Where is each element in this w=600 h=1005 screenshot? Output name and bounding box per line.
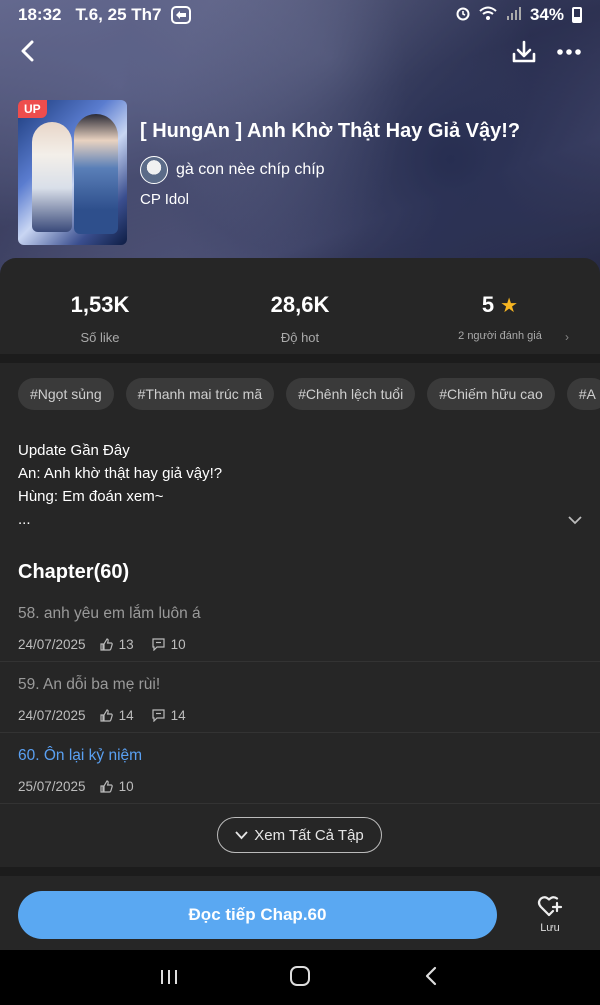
battery-icon: [572, 7, 582, 23]
chapter-date: 24/07/2025: [18, 708, 86, 723]
chapter-item[interactable]: 59. An dỗi ba mẹ rùi! 24/07/2025 14 14: [0, 662, 600, 733]
chapter-title: 59. An dỗi ba mẹ rùi!: [18, 676, 161, 693]
update-badge: UP: [18, 100, 47, 118]
author-name[interactable]: gà con nèe chíp chíp: [176, 161, 325, 179]
bottom-action-bar: Đọc tiếp Chap.60 Lưu: [0, 878, 600, 950]
update-ellipsis: ...: [18, 511, 31, 528]
see-all-label: Xem Tất Cả Tập: [254, 826, 364, 844]
chapter-likes: 10: [118, 779, 134, 794]
app-notification-icon: [171, 6, 192, 24]
stats-row: 1,53K Số like 28,6K Độ hot 5 ★ 2 người đá…: [0, 258, 600, 354]
download-icon: [512, 40, 536, 63]
section-divider: [0, 354, 600, 363]
cover-figure-left: [32, 122, 72, 232]
signal-icon: [506, 5, 522, 26]
comment-icon: [152, 709, 165, 722]
chapter-title: 58. anh yêu em lắm luôn á: [18, 605, 201, 622]
update-heading: Update Gần Đây: [18, 442, 130, 459]
save-label: Lưu: [540, 922, 560, 934]
recent-update[interactable]: Update Gần Đây An: Anh khờ thật hay giả …: [18, 439, 582, 531]
chapter-date: 25/07/2025: [18, 779, 86, 794]
tag-chip[interactable]: #Chiếm hữu cao: [427, 378, 555, 410]
chapter-title-current: 60. Ôn lại kỷ niệm: [18, 747, 143, 764]
top-nav: [0, 34, 600, 70]
cover-figure-right: [74, 114, 118, 234]
more-options-button[interactable]: [552, 36, 586, 68]
star-icon: ★: [500, 294, 519, 317]
stat-likes: 1,53K Số like: [0, 292, 200, 345]
chapter-likes: 13: [118, 637, 134, 652]
continue-reading-button[interactable]: Đọc tiếp Chap.60: [18, 891, 497, 939]
story-title: [ HungAn ] Anh Khờ Thật Hay Giả Vậy!?: [140, 120, 521, 142]
tag-chip[interactable]: #Thanh mai trúc mã: [125, 378, 275, 410]
more-icon: [557, 49, 581, 55]
recent-apps-button[interactable]: [160, 968, 178, 991]
status-time: 18:32: [18, 5, 62, 24]
section-divider: [0, 867, 600, 876]
status-date: T.6, 25 Th7: [75, 5, 162, 24]
wifi-icon: [478, 5, 498, 26]
story-cover[interactable]: UP: [18, 100, 127, 245]
chevron-down-icon[interactable]: [568, 509, 582, 532]
detail-panel: 1,53K Số like 28,6K Độ hot 5 ★ 2 người đá…: [0, 258, 600, 955]
back-button[interactable]: [12, 36, 42, 66]
tag-chip[interactable]: #A: [566, 378, 600, 410]
chapter-likes: 14: [118, 708, 134, 723]
chapter-comments: 10: [170, 637, 186, 652]
chevron-right-icon[interactable]: ›: [565, 330, 569, 344]
chapter-item[interactable]: 58. anh yêu em lắm luôn á 24/07/2025 13 …: [0, 591, 600, 662]
download-button[interactable]: [508, 36, 540, 68]
chapter-date: 24/07/2025: [18, 637, 86, 652]
chapter-list: 58. anh yêu em lắm luôn á 24/07/2025 13 …: [0, 591, 600, 804]
rating-label: 2 người đánh giá: [458, 330, 542, 342]
hot-value: 28,6K: [270, 292, 330, 317]
update-line: Hùng: Em đoán xem~: [18, 488, 164, 505]
stat-rating[interactable]: 5 ★ 2 người đánh giá: [400, 292, 600, 342]
recent-apps-icon: [161, 970, 177, 984]
author-avatar[interactable]: [140, 156, 168, 184]
chevron-left-icon: [21, 40, 34, 62]
thumbs-up-icon: [99, 709, 113, 722]
alarm-icon: [456, 5, 470, 26]
hot-label: Độ hot: [280, 330, 320, 345]
rating-value: 5: [481, 292, 495, 317]
chapter-comments: 14: [170, 708, 186, 723]
thumbs-up-icon: [99, 780, 113, 793]
back-icon: [425, 966, 437, 986]
likes-label: Số like: [80, 330, 120, 345]
likes-value: 1,53K: [70, 292, 130, 317]
chapter-count-heading: Chapter(60): [18, 561, 130, 583]
heart-plus-icon: [537, 896, 563, 917]
chapter-item[interactable]: 60. Ôn lại kỷ niệm 25/07/2025 10: [0, 733, 600, 804]
status-bar: 18:32 T.6, 25 Th7 34%: [0, 0, 600, 30]
system-back-button[interactable]: [425, 966, 437, 991]
update-line: An: Anh khờ thật hay giả vậy!?: [18, 465, 223, 482]
comment-icon: [152, 638, 165, 651]
battery-percent: 34%: [529, 5, 564, 24]
chevron-down-icon: [235, 830, 248, 839]
stat-hot: 28,6K Độ hot: [200, 292, 400, 345]
tag-chip[interactable]: #Ngọt sủng: [18, 378, 114, 410]
thumbs-up-icon: [99, 638, 113, 651]
system-nav-bar: [0, 950, 600, 1005]
tag-list: #Ngọt sủng #Thanh mai trúc mã #Chênh lệc…: [18, 378, 600, 410]
tag-chip[interactable]: #Chênh lệch tuổi: [286, 378, 416, 410]
save-button[interactable]: Lưu: [520, 894, 580, 940]
story-genre[interactable]: CP Idol: [140, 191, 189, 208]
see-all-chapters-button[interactable]: Xem Tất Cả Tập: [217, 817, 382, 853]
author-row[interactable]: gà con nèe chíp chíp: [140, 156, 325, 184]
home-button[interactable]: [290, 966, 310, 986]
